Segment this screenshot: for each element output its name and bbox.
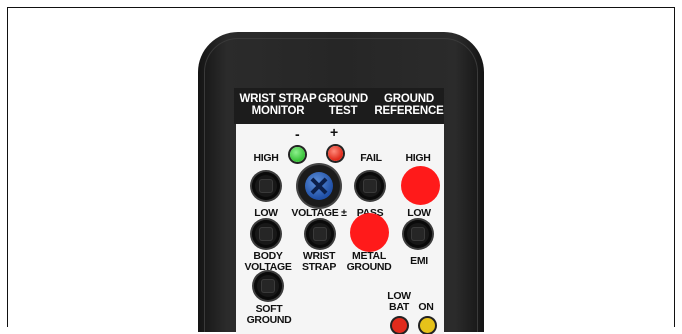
red-led-indicator <box>328 146 343 161</box>
high-button[interactable] <box>252 172 280 200</box>
emi-button[interactable] <box>404 220 432 248</box>
label-low-right: LOW <box>407 207 431 219</box>
label-body-voltage: BODY VOLTAGE <box>244 250 292 273</box>
label-voltage: VOLTAGE ± <box>291 207 347 219</box>
body-voltage-button[interactable] <box>252 220 280 248</box>
label-emi: EMI <box>410 255 428 267</box>
label-low-bat: LOW BAT <box>387 290 411 313</box>
label-metal-ground: METAL GROUND <box>346 250 392 273</box>
red-highlight-marker-pass <box>350 213 389 252</box>
label-wrist-strap: WRIST STRAP <box>301 250 337 273</box>
red-highlight-marker <box>401 166 440 205</box>
voltage-adjust-knob[interactable] <box>298 165 340 207</box>
wrist-strap-button[interactable] <box>306 220 334 248</box>
label-high-left: HIGH <box>253 152 279 164</box>
header-wrist-strap-monitor: WRIST STRAP MONITOR <box>239 93 317 117</box>
minus-sign: - <box>295 126 300 142</box>
header-ground-reference: GROUND REFERENCE <box>374 93 444 117</box>
fail-button[interactable] <box>356 172 384 200</box>
soft-ground-button[interactable] <box>254 272 282 300</box>
on-led <box>420 318 435 333</box>
green-led-indicator <box>290 147 305 162</box>
label-fail: FAIL <box>360 152 382 164</box>
label-low-left: LOW <box>254 207 278 219</box>
label-soft-ground: SOFT GROUND <box>246 303 292 326</box>
adjust-screw-icon <box>305 172 333 200</box>
label-on: ON <box>418 301 434 313</box>
low-bat-led <box>392 318 407 333</box>
header-ground-test: GROUND TEST <box>318 93 368 117</box>
label-high-right: HIGH <box>405 152 431 164</box>
plus-sign: + <box>330 124 339 140</box>
